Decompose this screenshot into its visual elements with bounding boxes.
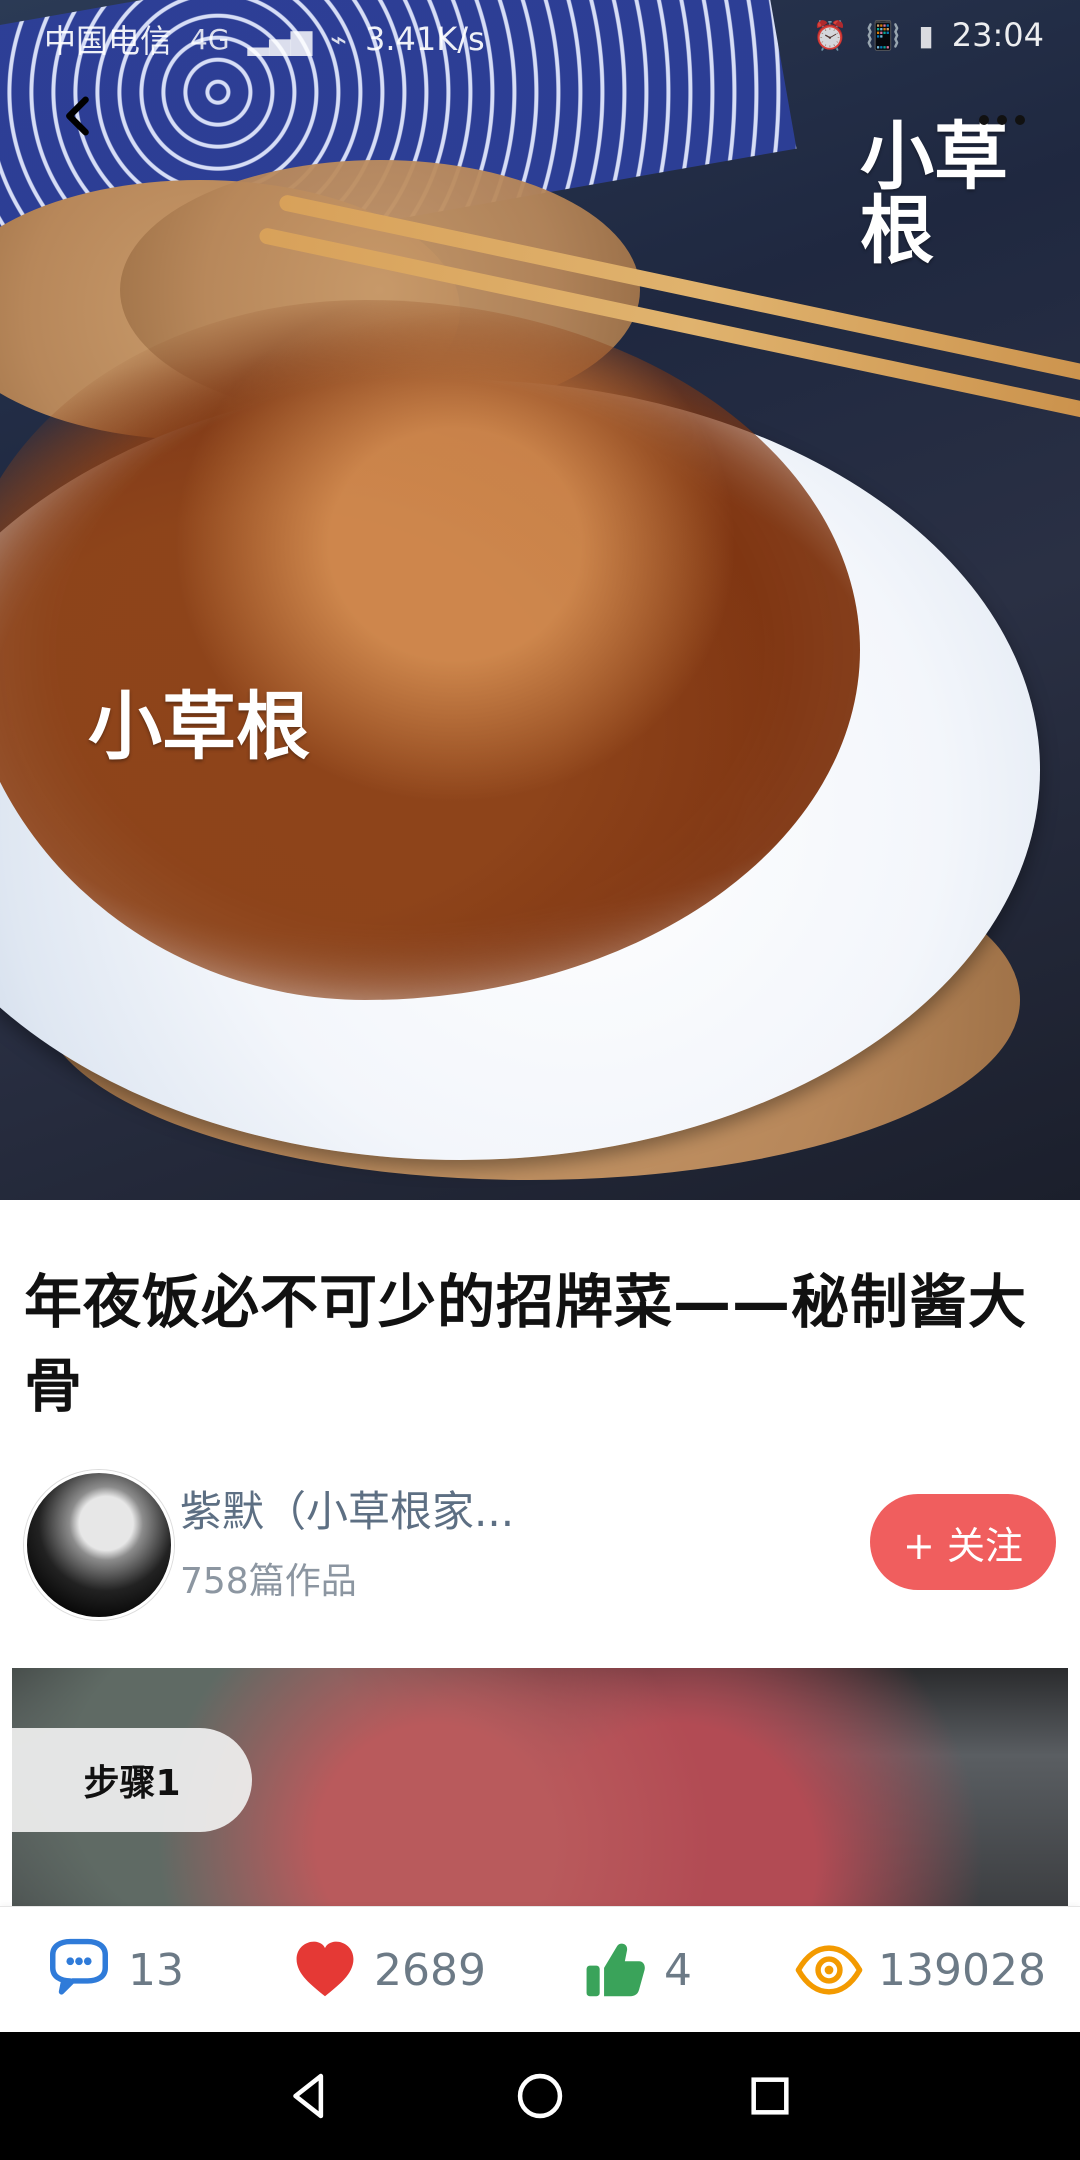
- follow-button[interactable]: + 关注: [870, 1494, 1056, 1590]
- carrier-name: 中国电信: [44, 22, 173, 60]
- favorites-stat[interactable]: 2689: [290, 1907, 486, 2033]
- vibrate-icon: 📳: [865, 18, 901, 52]
- comments-stat[interactable]: 13: [44, 1907, 184, 2033]
- recipe-title: 年夜饭必不可少的招牌菜——秘制酱大骨: [24, 1268, 1028, 1421]
- views-stat: 139028: [794, 1907, 1046, 2033]
- nav-recent-icon: [751, 2077, 789, 2115]
- stats-bar: 13 2689 4 139028: [0, 1906, 1080, 2033]
- watermark-text: 小草根: [88, 684, 310, 770]
- follow-label: + 关注: [903, 1523, 1023, 1568]
- heart-icon: [296, 1941, 354, 1997]
- step-badge: 步骤1: [12, 1728, 252, 1832]
- author-avatar[interactable]: [24, 1470, 174, 1620]
- more-dot-icon: [1015, 115, 1025, 125]
- more-dot-icon: [979, 115, 989, 125]
- network-speed: 3.41K/s: [365, 20, 485, 58]
- nav-home-button[interactable]: [460, 2032, 620, 2160]
- clock: 23:04: [951, 16, 1044, 54]
- signal-icon: ▂▄▆: [247, 22, 313, 56]
- status-right: ⏰ 📳 ▮ 23:04: [813, 16, 1044, 54]
- comments-count: 13: [128, 1944, 184, 1996]
- thumbs-up-icon: [586, 1943, 645, 1997]
- author-name[interactable]: 紫默（小草根家...: [180, 1478, 514, 1539]
- nav-back-icon: [293, 2073, 324, 2119]
- author-works-count: 758篇作品: [180, 1561, 357, 1602]
- nav-back-button[interactable]: [230, 2032, 390, 2160]
- views-count: 139028: [878, 1944, 1046, 1996]
- author-row: 紫默（小草根家... 758篇作品 + 关注: [24, 1470, 1056, 1620]
- battery-icon: ▮: [918, 18, 934, 52]
- nav-home-icon: [517, 2073, 563, 2119]
- system-navigation-bar: [0, 2032, 1080, 2160]
- network-type: 4G: [190, 22, 230, 56]
- status-bar: 中国电信 4G ▂▄▆ ⌁ 3.41K/s ⏰ 📳 ▮ 23:04: [0, 0, 1080, 72]
- image-watermark: 小草根: [88, 690, 310, 764]
- more-dot-icon: [997, 115, 1007, 125]
- likes-count: 4: [664, 1944, 692, 1996]
- recipe-hero-image: 小草根 小草根: [0, 0, 1080, 1200]
- eye-icon: [795, 1945, 863, 1995]
- back-chevron-icon: [66, 96, 89, 136]
- status-left: 中国电信 4G ▂▄▆ ⌁ 3.41K/s: [44, 16, 485, 62]
- wifi-icon: ⌁: [330, 22, 347, 56]
- back-button[interactable]: [40, 78, 116, 154]
- comment-icon: [50, 1938, 108, 1995]
- nav-recent-apps-button[interactable]: [690, 2032, 850, 2160]
- favorites-count: 2689: [374, 1944, 486, 1996]
- alarm-icon: ⏰: [812, 18, 848, 52]
- more-button[interactable]: [964, 92, 1040, 148]
- step-label: 步骤1: [83, 1763, 181, 1804]
- likes-stat[interactable]: 4: [580, 1907, 692, 2033]
